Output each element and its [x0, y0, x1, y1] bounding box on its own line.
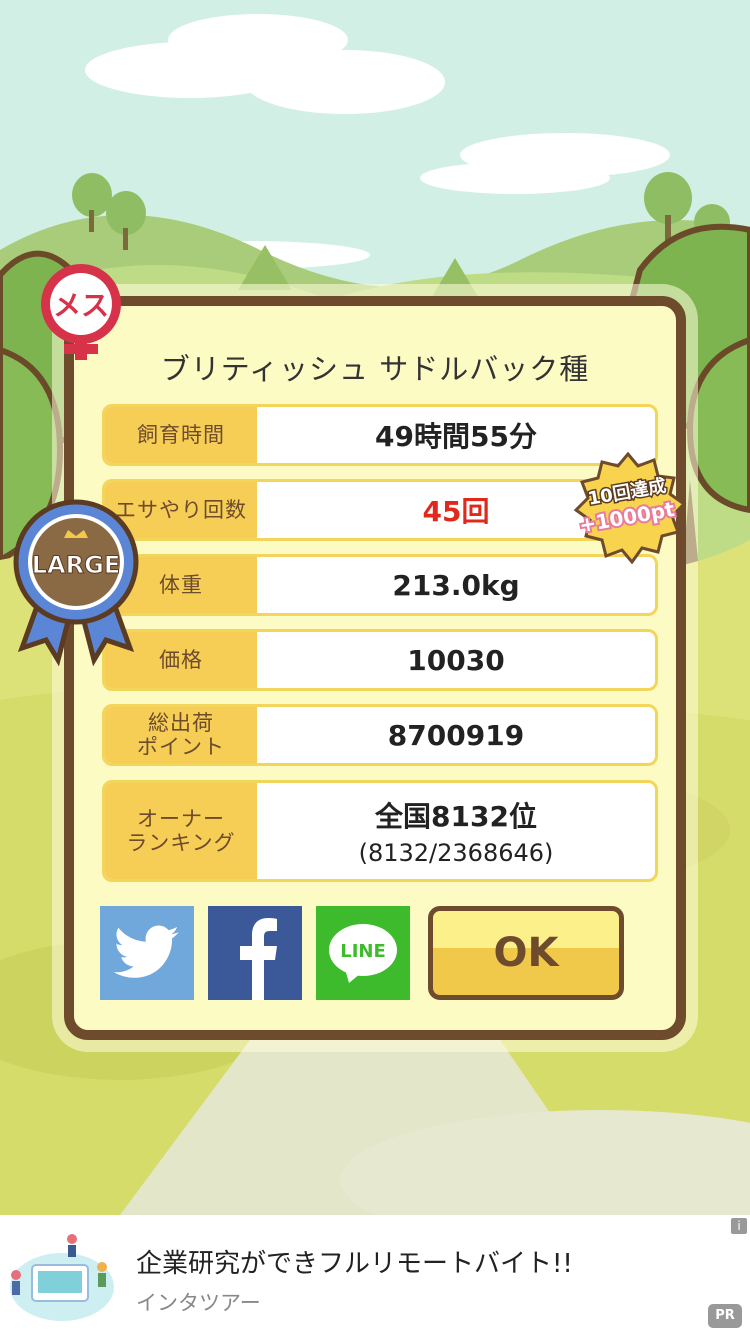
- ranking-rank: 全国8132位: [375, 800, 537, 833]
- ad-banner[interactable]: 企業研究ができフルリモートバイト!! インタツアー i PR: [0, 1215, 750, 1334]
- size-ribbon-badge: LARGE: [12, 498, 140, 670]
- line-bubble-icon: LINE: [329, 924, 397, 983]
- stat-label: 総出荷 ポイント: [105, 707, 257, 763]
- facebook-f-icon: [240, 918, 277, 1000]
- ad-info-icon[interactable]: i: [731, 1218, 747, 1234]
- ad-sponsor: インタツアー: [136, 1291, 261, 1315]
- gender-label: メス: [53, 289, 109, 322]
- stat-row-owner-ranking: オーナー ランキング 全国8132位 (8132/2368646): [102, 780, 658, 882]
- result-dialog: ブリティッシュ サドルバック種 飼育時間 49時間55分 エサやり回数 45回 …: [64, 296, 686, 1040]
- size-label: LARGE: [32, 551, 120, 579]
- line-label: LINE: [340, 941, 386, 962]
- twitter-share-button[interactable]: [100, 906, 194, 1000]
- female-badge: メス: [34, 262, 128, 362]
- facebook-share-button[interactable]: [208, 906, 302, 1000]
- ad-image: [2, 1225, 120, 1325]
- stat-row-price: 価格 10030: [102, 629, 658, 691]
- ad-title[interactable]: 企業研究ができフルリモートバイト!!: [136, 1243, 573, 1280]
- twitter-bird-icon: [114, 925, 179, 978]
- bonus-achievement-badge: 10回達成 +1000pt: [566, 451, 690, 565]
- stat-row-total-points: 総出荷 ポイント 8700919: [102, 704, 658, 766]
- stat-value: 10030: [407, 643, 505, 677]
- stat-value: 8700919: [387, 718, 525, 752]
- ranking-value: 全国8132位 (8132/2368646): [257, 783, 655, 879]
- ad-pr-badge: PR: [708, 1304, 742, 1328]
- ok-button[interactable]: OK: [428, 906, 624, 1000]
- stat-value: 213.0kg: [392, 568, 520, 602]
- ranking-detail: (8132/2368646): [358, 839, 554, 867]
- line-share-button[interactable]: LINE: [316, 906, 410, 1000]
- breed-title: ブリティッシュ サドルバック種: [160, 352, 590, 386]
- stat-label: 飼育時間: [105, 407, 257, 463]
- stat-label: オーナー ランキング: [105, 783, 257, 879]
